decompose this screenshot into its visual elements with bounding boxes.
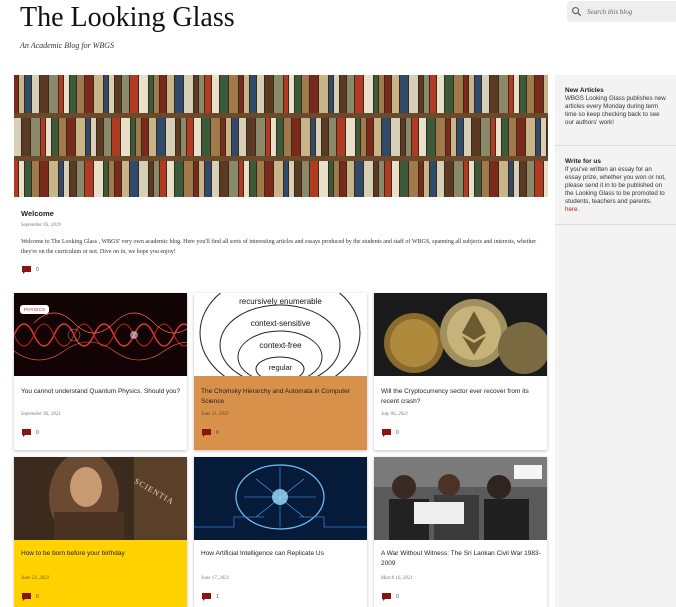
blog-description: An Academic Blog for WBGS bbox=[20, 41, 115, 50]
featured-post-title[interactable]: Welcome bbox=[21, 209, 54, 218]
featured-comment-count[interactable]: 0 bbox=[36, 267, 39, 273]
comment-icon[interactable] bbox=[22, 266, 32, 274]
here-link[interactable]: here bbox=[565, 206, 577, 213]
blog-title[interactable]: The Looking Glass bbox=[20, 2, 235, 34]
write-for-us-text: If you've written an essay for an essay … bbox=[565, 166, 666, 213]
post-date: September 06, 2021 bbox=[21, 412, 61, 417]
post-card-quantum[interactable]: PHYSICS You cannot understand Quantum Ph… bbox=[14, 293, 187, 450]
post-label-badge[interactable]: PHYSICS bbox=[20, 305, 50, 314]
comment-icon[interactable] bbox=[382, 429, 392, 437]
featured-post-snippet: Welcome to The Looking Glass , WBGS' ver… bbox=[21, 239, 537, 255]
post-card-birthday[interactable]: SCIENTIA How to be born before your birt… bbox=[14, 457, 187, 607]
hierarchy-label-recursively-enumerable: recursively enumerable bbox=[239, 297, 322, 306]
comment-icon[interactable] bbox=[382, 593, 392, 601]
post-title[interactable]: You cannot understand Quantum Physics. S… bbox=[21, 387, 181, 397]
sidebar: New Articles WBGS Looking Glass publishe… bbox=[555, 75, 676, 607]
comment-count[interactable]: 0 bbox=[36, 594, 39, 600]
comment-icon[interactable] bbox=[202, 593, 212, 601]
post-title[interactable]: The Chomsky Hierarchy and Automata in Co… bbox=[201, 387, 361, 407]
comment-count[interactable]: 0 bbox=[396, 430, 399, 436]
search-input[interactable] bbox=[587, 4, 673, 19]
post-title[interactable]: How to be born before your birthday bbox=[21, 549, 181, 559]
sidebar-new-articles: New Articles WBGS Looking Glass publishe… bbox=[555, 87, 676, 146]
post-date: July 06, 2021 bbox=[381, 412, 409, 417]
featured-post[interactable]: Welcome September 03, 2019 Welcome to Th… bbox=[14, 75, 548, 285]
post-date: June 17, 2021 bbox=[201, 576, 230, 581]
comment-count[interactable]: 0 bbox=[216, 430, 219, 436]
search-box[interactable] bbox=[567, 1, 676, 22]
comment-icon[interactable] bbox=[22, 593, 32, 601]
post-title[interactable]: How Artificial Intelligence can Replicat… bbox=[201, 549, 361, 559]
post-image-protest[interactable] bbox=[374, 457, 547, 540]
post-title[interactable]: Will the Cryptocurrency sector ever reco… bbox=[381, 387, 541, 407]
post-date: June 23, 2021 bbox=[21, 576, 50, 581]
comment-count[interactable]: 0 bbox=[36, 430, 39, 436]
featured-post-date: September 03, 2019 bbox=[21, 223, 61, 228]
post-image-crypto-coins[interactable] bbox=[374, 293, 547, 376]
post-image-ai-brain[interactable] bbox=[194, 457, 367, 540]
post-card-crypto[interactable]: Will the Cryptocurrency sector ever reco… bbox=[374, 293, 547, 450]
write-for-us-title: Write for us bbox=[565, 158, 601, 165]
post-card-srilanka[interactable]: A War Without Witness: The Sri Lankan Ci… bbox=[374, 457, 547, 607]
comment-icon[interactable] bbox=[202, 429, 212, 437]
search-icon[interactable] bbox=[571, 6, 582, 17]
comment-icon[interactable] bbox=[22, 429, 32, 437]
comment-count[interactable]: 1 bbox=[216, 594, 219, 600]
hierarchy-label-context-sensitive: context-sensitive bbox=[250, 319, 311, 328]
featured-bookshelf-image[interactable] bbox=[14, 75, 548, 197]
post-title[interactable]: A War Without Witness: The Sri Lankan Ci… bbox=[381, 549, 541, 569]
hierarchy-label-context-free: context-free bbox=[259, 341, 302, 350]
new-articles-title: New Articles bbox=[565, 87, 604, 94]
hierarchy-label-regular: regular bbox=[268, 363, 293, 372]
post-date: June 11, 2021 bbox=[201, 412, 229, 417]
sidebar-write-for-us: Write for us If you've written an essay … bbox=[555, 158, 676, 225]
post-card-chomsky[interactable]: recursively enumerable context-sensitive… bbox=[194, 293, 367, 450]
new-articles-text: WBGS Looking Glass publishes new article… bbox=[565, 95, 666, 126]
post-card-ai[interactable]: How Artificial Intelligence can Replicat… bbox=[194, 457, 367, 607]
post-date: March 16, 2021 bbox=[381, 576, 413, 581]
comment-count[interactable]: 0 bbox=[396, 594, 399, 600]
